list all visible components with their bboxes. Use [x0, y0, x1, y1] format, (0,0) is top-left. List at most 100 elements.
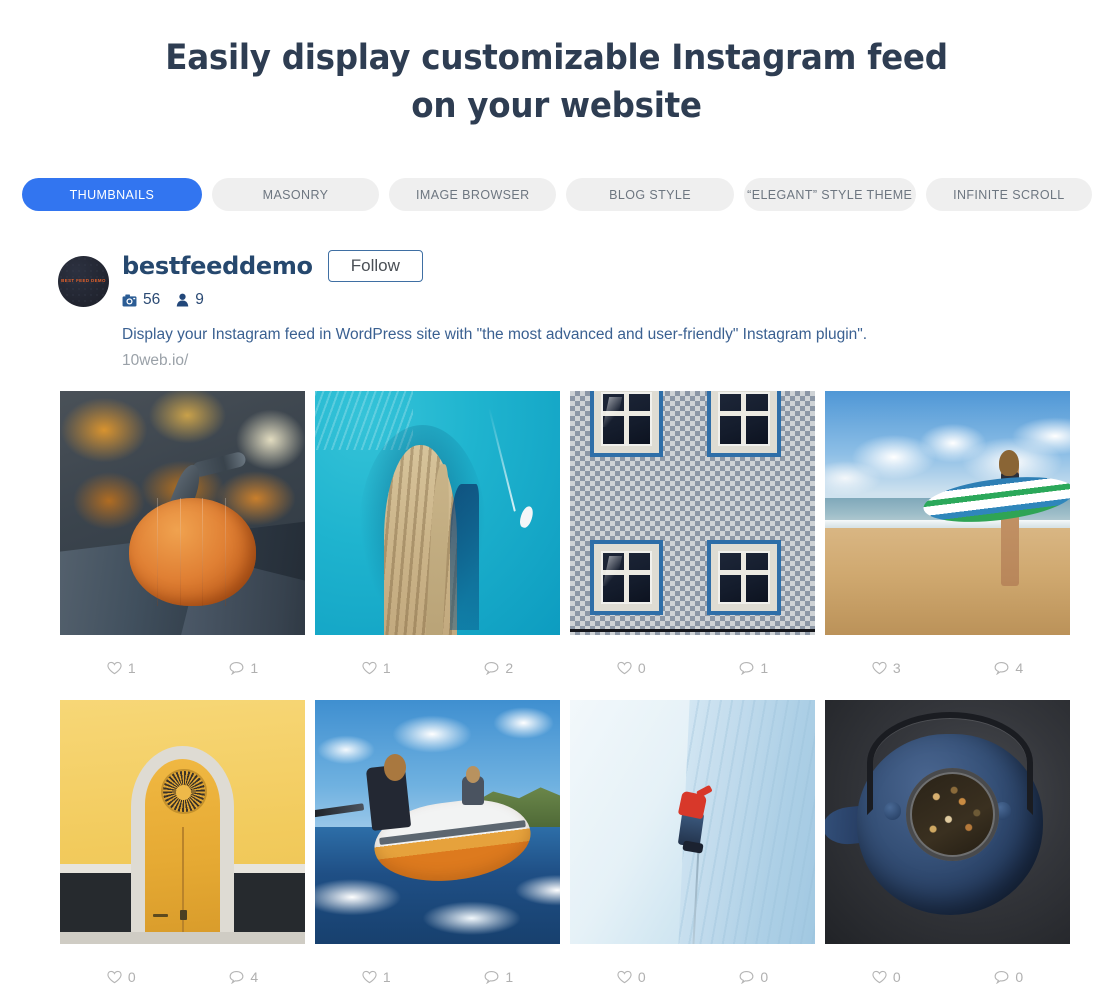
comment-icon	[739, 661, 754, 675]
post-thumbnail-pumpkin[interactable]	[60, 391, 305, 635]
comment-icon	[484, 970, 499, 984]
likes-count: 0	[127, 968, 136, 985]
comments: 1	[438, 969, 561, 985]
avatar-label: BEST FEED DEMO	[61, 278, 106, 283]
comments-count: 0	[760, 968, 769, 985]
post-meta: 1 2	[315, 635, 560, 700]
tab-blog-style[interactable]: BLOG STYLE	[566, 178, 734, 211]
profile-row: BEST FEED DEMO bestfeeddemo Follow 56 9 …	[58, 250, 1071, 370]
thumbnail-grid: 1 1 1 2 0 1 3 4 0 4 1 1 0 0 0 0	[60, 391, 1071, 1000]
comments-count: 4	[1015, 659, 1024, 676]
tab-thumbnails[interactable]: THUMBNAILS	[22, 178, 202, 211]
post-thumbnail-ice-climber[interactable]	[570, 700, 815, 944]
teapot-image	[825, 700, 1070, 944]
posts-stat: 56	[122, 291, 160, 309]
profile-stats: 56 9	[122, 291, 867, 309]
page-title-line-1: Easily display customizable Instagram fe…	[165, 38, 948, 78]
profile-website-link[interactable]: 10web.io/	[122, 352, 867, 370]
comment-icon	[229, 970, 244, 984]
heart-icon	[872, 661, 887, 674]
feed-item: 0 0	[570, 700, 815, 1000]
feed-item: 1 1	[60, 391, 305, 700]
likes-count: 0	[892, 968, 901, 985]
heart-icon	[617, 661, 632, 674]
tab-elegant-style-theme[interactable]: “ELEGANT” STYLE THEME	[743, 178, 916, 211]
theme-tab-bar: THUMBNAILS MASONRY IMAGE BROWSER BLOG ST…	[22, 178, 1093, 211]
profile-details: bestfeeddemo Follow 56 9 Display your In…	[122, 250, 867, 370]
post-thumbnail-teapot[interactable]	[825, 700, 1070, 944]
feed-item: 3 4	[825, 391, 1070, 700]
comments: 2	[438, 660, 561, 676]
comments: 0	[693, 969, 816, 985]
likes-count: 0	[637, 659, 646, 676]
heart-icon	[617, 970, 632, 983]
likes-count: 1	[382, 659, 391, 676]
likes-count: 1	[127, 659, 136, 676]
comments-count: 2	[505, 659, 514, 676]
heart-icon	[362, 661, 377, 674]
post-thumbnail-boat[interactable]	[315, 700, 560, 944]
avatar[interactable]: BEST FEED DEMO	[58, 256, 109, 307]
heart-icon	[872, 970, 887, 983]
camera-icon	[122, 293, 137, 307]
feed-item: 0 1	[570, 391, 815, 700]
person-icon	[176, 293, 189, 307]
likes: 0	[60, 969, 183, 985]
heart-icon	[107, 970, 122, 983]
yellow-door-image	[60, 700, 305, 944]
inflatable-boat-image	[315, 700, 560, 944]
comment-icon	[229, 661, 244, 675]
aerial-pier-image	[315, 391, 560, 635]
comments: 1	[183, 660, 306, 676]
post-meta: 3 4	[825, 635, 1070, 700]
heart-icon	[362, 970, 377, 983]
likes: 1	[315, 969, 438, 985]
likes-count: 3	[892, 659, 901, 676]
post-thumbnail-surfer[interactable]	[825, 391, 1070, 635]
feed-header: BEST FEED DEMO bestfeeddemo Follow 56 9 …	[58, 250, 1071, 370]
tiled-facade-image	[570, 391, 815, 635]
comments: 4	[183, 969, 306, 985]
post-meta: 0 4	[60, 944, 305, 1000]
post-meta: 0 0	[570, 944, 815, 1000]
post-meta: 1 1	[315, 944, 560, 1000]
heart-icon	[107, 661, 122, 674]
profile-username[interactable]: bestfeeddemo	[122, 252, 313, 280]
post-thumbnail-pier[interactable]	[315, 391, 560, 635]
comments-count: 4	[250, 968, 259, 985]
comments-count: 1	[250, 659, 259, 676]
comments: 4	[948, 660, 1071, 676]
ice-climber-image	[570, 700, 815, 944]
likes: 0	[825, 969, 948, 985]
pumpkin-image	[60, 391, 305, 635]
post-meta: 1 1	[60, 635, 305, 700]
follow-button[interactable]: Follow	[327, 250, 423, 282]
tab-image-browser[interactable]: IMAGE BROWSER	[389, 178, 557, 211]
tab-masonry[interactable]: MASONRY	[211, 178, 380, 211]
comment-icon	[739, 970, 754, 984]
likes: 0	[570, 660, 693, 676]
comment-icon	[994, 661, 1009, 675]
likes: 1	[315, 660, 438, 676]
comments-count: 1	[505, 968, 514, 985]
tab-infinite-scroll[interactable]: INFINITE SCROLL	[925, 178, 1093, 211]
page-title: Easily display customizable Instagram fe…	[39, 34, 1074, 130]
post-meta: 0 1	[570, 635, 815, 700]
instagram-feed-demo-page: Easily display customizable Instagram fe…	[0, 0, 1113, 1000]
post-meta: 0 0	[825, 944, 1070, 1000]
profile-name-row: bestfeeddemo Follow	[122, 250, 867, 282]
posts-count: 56	[143, 291, 161, 308]
likes: 1	[60, 660, 183, 676]
followers-count: 9	[195, 291, 204, 308]
likes: 0	[570, 969, 693, 985]
comments-count: 0	[1015, 968, 1024, 985]
page-title-line-2: on your website	[411, 86, 702, 126]
post-thumbnail-facade[interactable]	[570, 391, 815, 635]
feed-item: 1 2	[315, 391, 560, 700]
likes: 3	[825, 660, 948, 676]
feed-item: 0 0	[825, 700, 1070, 1000]
comments-count: 1	[760, 659, 769, 676]
comments: 0	[948, 969, 1071, 985]
comment-icon	[994, 970, 1009, 984]
post-thumbnail-yellow-door[interactable]	[60, 700, 305, 944]
